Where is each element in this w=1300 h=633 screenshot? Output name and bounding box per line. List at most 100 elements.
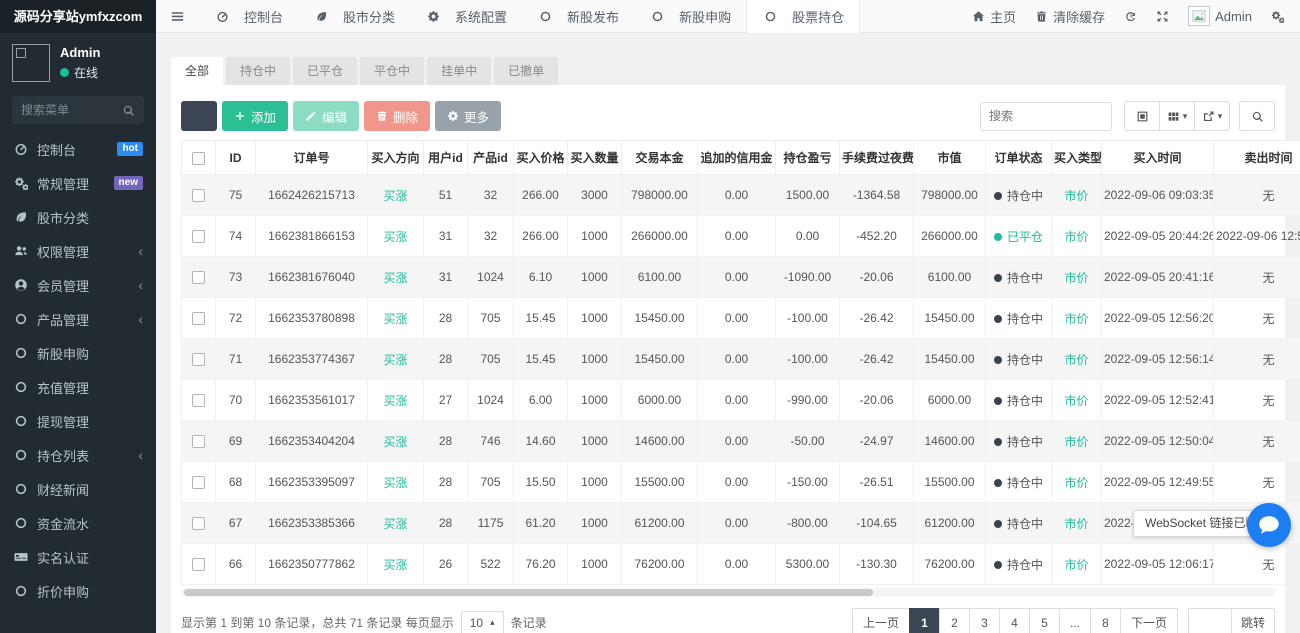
tab-已平仓[interactable]: 已平仓: [293, 57, 357, 85]
avatar: [12, 44, 50, 82]
users-icon: [13, 244, 29, 258]
fullscreen-table-button[interactable]: [1124, 101, 1160, 131]
sidebar-item[interactable]: 持仓列表‹: [0, 438, 156, 472]
cell-fee: -26.42: [840, 298, 914, 339]
sidebar-item[interactable]: 会员管理‹: [0, 268, 156, 302]
cell-credit: 0.00: [698, 380, 776, 421]
column-header: 买入时间: [1102, 141, 1214, 175]
cell-buy-type: 市价: [1052, 175, 1102, 216]
settings-button[interactable]: [1271, 10, 1284, 23]
cell-buy-type: 市价: [1052, 421, 1102, 462]
page-button[interactable]: 8: [1090, 608, 1121, 633]
chat-fab-button[interactable]: [1247, 503, 1291, 547]
main-content: 全部持仓中已平仓平仓中挂单中已撤单 添加 编辑 删除 更多 ▾ ▾ ID订单号买…: [156, 33, 1300, 633]
topnav-item[interactable]: 股票持仓: [746, 0, 860, 33]
tab-持仓中[interactable]: 持仓中: [226, 57, 290, 85]
search-submit-button[interactable]: [1239, 101, 1275, 131]
column-header: 买入价格: [514, 141, 568, 175]
sidebar-item[interactable]: 股市分类: [0, 200, 156, 234]
home-link[interactable]: 主页: [972, 7, 1016, 26]
tab-全部[interactable]: 全部: [171, 57, 223, 85]
sidebar-item[interactable]: 折价申购: [0, 574, 156, 608]
page-button[interactable]: 2: [939, 608, 970, 633]
row-checkbox[interactable]: [192, 435, 205, 448]
tab-已撤单[interactable]: 已撤单: [494, 57, 558, 85]
row-checkbox[interactable]: [192, 394, 205, 407]
cell-fee: -26.42: [840, 339, 914, 380]
sidebar-item[interactable]: 资金流水: [0, 506, 156, 540]
next-page-button[interactable]: 下一页: [1120, 608, 1178, 633]
page-button[interactable]: 3: [969, 608, 1000, 633]
badge-new: new: [114, 176, 143, 190]
sidebar-item[interactable]: 新股申购: [0, 336, 156, 370]
sidebar-item[interactable]: 常规管理 new: [0, 166, 156, 200]
row-checkbox[interactable]: [192, 230, 205, 243]
cell-buy-price: 61.20: [514, 503, 568, 544]
sidebar-search-input[interactable]: [21, 103, 122, 117]
topnav-item[interactable]: 控制台: [199, 0, 298, 33]
cell-user-id: 31: [424, 216, 468, 257]
refresh-page-button[interactable]: [1124, 10, 1137, 23]
card-icon: [13, 550, 29, 564]
row-checkbox[interactable]: [192, 558, 205, 571]
sidebar-item-label: 常规管理: [37, 174, 89, 193]
column-header: 买入类型: [1052, 141, 1102, 175]
refresh-button[interactable]: [181, 101, 217, 131]
topnav-item[interactable]: 新股发布: [522, 0, 634, 33]
row-checkbox[interactable]: [192, 312, 205, 325]
clear-cache-link[interactable]: 清除缓存: [1035, 7, 1105, 26]
edit-button[interactable]: 编辑: [293, 101, 359, 131]
sidebar-search[interactable]: [12, 96, 144, 124]
page-button[interactable]: 4: [999, 608, 1030, 633]
tab-挂单中[interactable]: 挂单中: [427, 57, 491, 85]
fullscreen-button[interactable]: [1156, 10, 1169, 23]
row-checkbox[interactable]: [192, 476, 205, 489]
add-button[interactable]: 添加: [222, 101, 288, 131]
page-button[interactable]: 5: [1029, 608, 1060, 633]
jump-page-input[interactable]: [1188, 608, 1232, 633]
status-dot-icon: [994, 356, 1002, 364]
sidebar-item[interactable]: 充值管理: [0, 370, 156, 404]
sidebar-item[interactable]: 权限管理‹: [0, 234, 156, 268]
topnav-item[interactable]: 新股申购: [634, 0, 746, 33]
menu-toggle-button[interactable]: [156, 9, 199, 24]
cell-status: 持仓中: [986, 380, 1052, 421]
sidebar-item-label: 控制台: [37, 140, 76, 159]
row-checkbox[interactable]: [192, 517, 205, 530]
scrollbar-thumb[interactable]: [184, 589, 873, 596]
export-button[interactable]: ▾: [1194, 101, 1230, 131]
cell-id: 66: [216, 544, 256, 585]
table-row: 701662353561017买涨2710246.0010006000.000.…: [182, 380, 1300, 421]
row-checkbox[interactable]: [192, 189, 205, 202]
topnav-item[interactable]: 股市分类: [298, 0, 410, 33]
row-checkbox[interactable]: [192, 271, 205, 284]
horizontal-scrollbar[interactable]: [181, 588, 1275, 597]
image-icon: [1191, 9, 1207, 23]
delete-button[interactable]: 删除: [364, 101, 430, 131]
topnav-item[interactable]: 系统配置: [410, 0, 522, 33]
cell-direction: 买涨: [368, 339, 424, 380]
select-all-checkbox[interactable]: [192, 152, 205, 165]
page-ellipsis[interactable]: ...: [1059, 608, 1091, 633]
table-search-input[interactable]: [980, 102, 1112, 131]
chat-bubble-icon: [1256, 512, 1282, 538]
sidebar-item[interactable]: 产品管理‹: [0, 302, 156, 336]
status-dot-icon: [994, 561, 1002, 569]
admin-menu[interactable]: Admin: [1188, 6, 1252, 26]
jump-button[interactable]: 跳转: [1232, 608, 1275, 633]
cell-buy-qty: 1000: [568, 544, 622, 585]
more-button[interactable]: 更多: [435, 101, 501, 131]
row-checkbox[interactable]: [192, 353, 205, 366]
sidebar-item[interactable]: 提现管理: [0, 404, 156, 438]
cell-direction: 买涨: [368, 257, 424, 298]
tab-平仓中[interactable]: 平仓中: [360, 57, 424, 85]
cell-id: 67: [216, 503, 256, 544]
page-size-select[interactable]: 10 ▴: [461, 611, 504, 633]
sidebar-item[interactable]: 财经新闻: [0, 472, 156, 506]
sidebar-item[interactable]: 实名认证: [0, 540, 156, 574]
prev-page-button[interactable]: 上一页: [852, 608, 910, 633]
columns-button[interactable]: ▾: [1159, 101, 1195, 131]
search-icon: [1251, 110, 1264, 123]
page-button[interactable]: 1: [909, 608, 940, 633]
sidebar-item[interactable]: 控制台hot: [0, 132, 156, 166]
